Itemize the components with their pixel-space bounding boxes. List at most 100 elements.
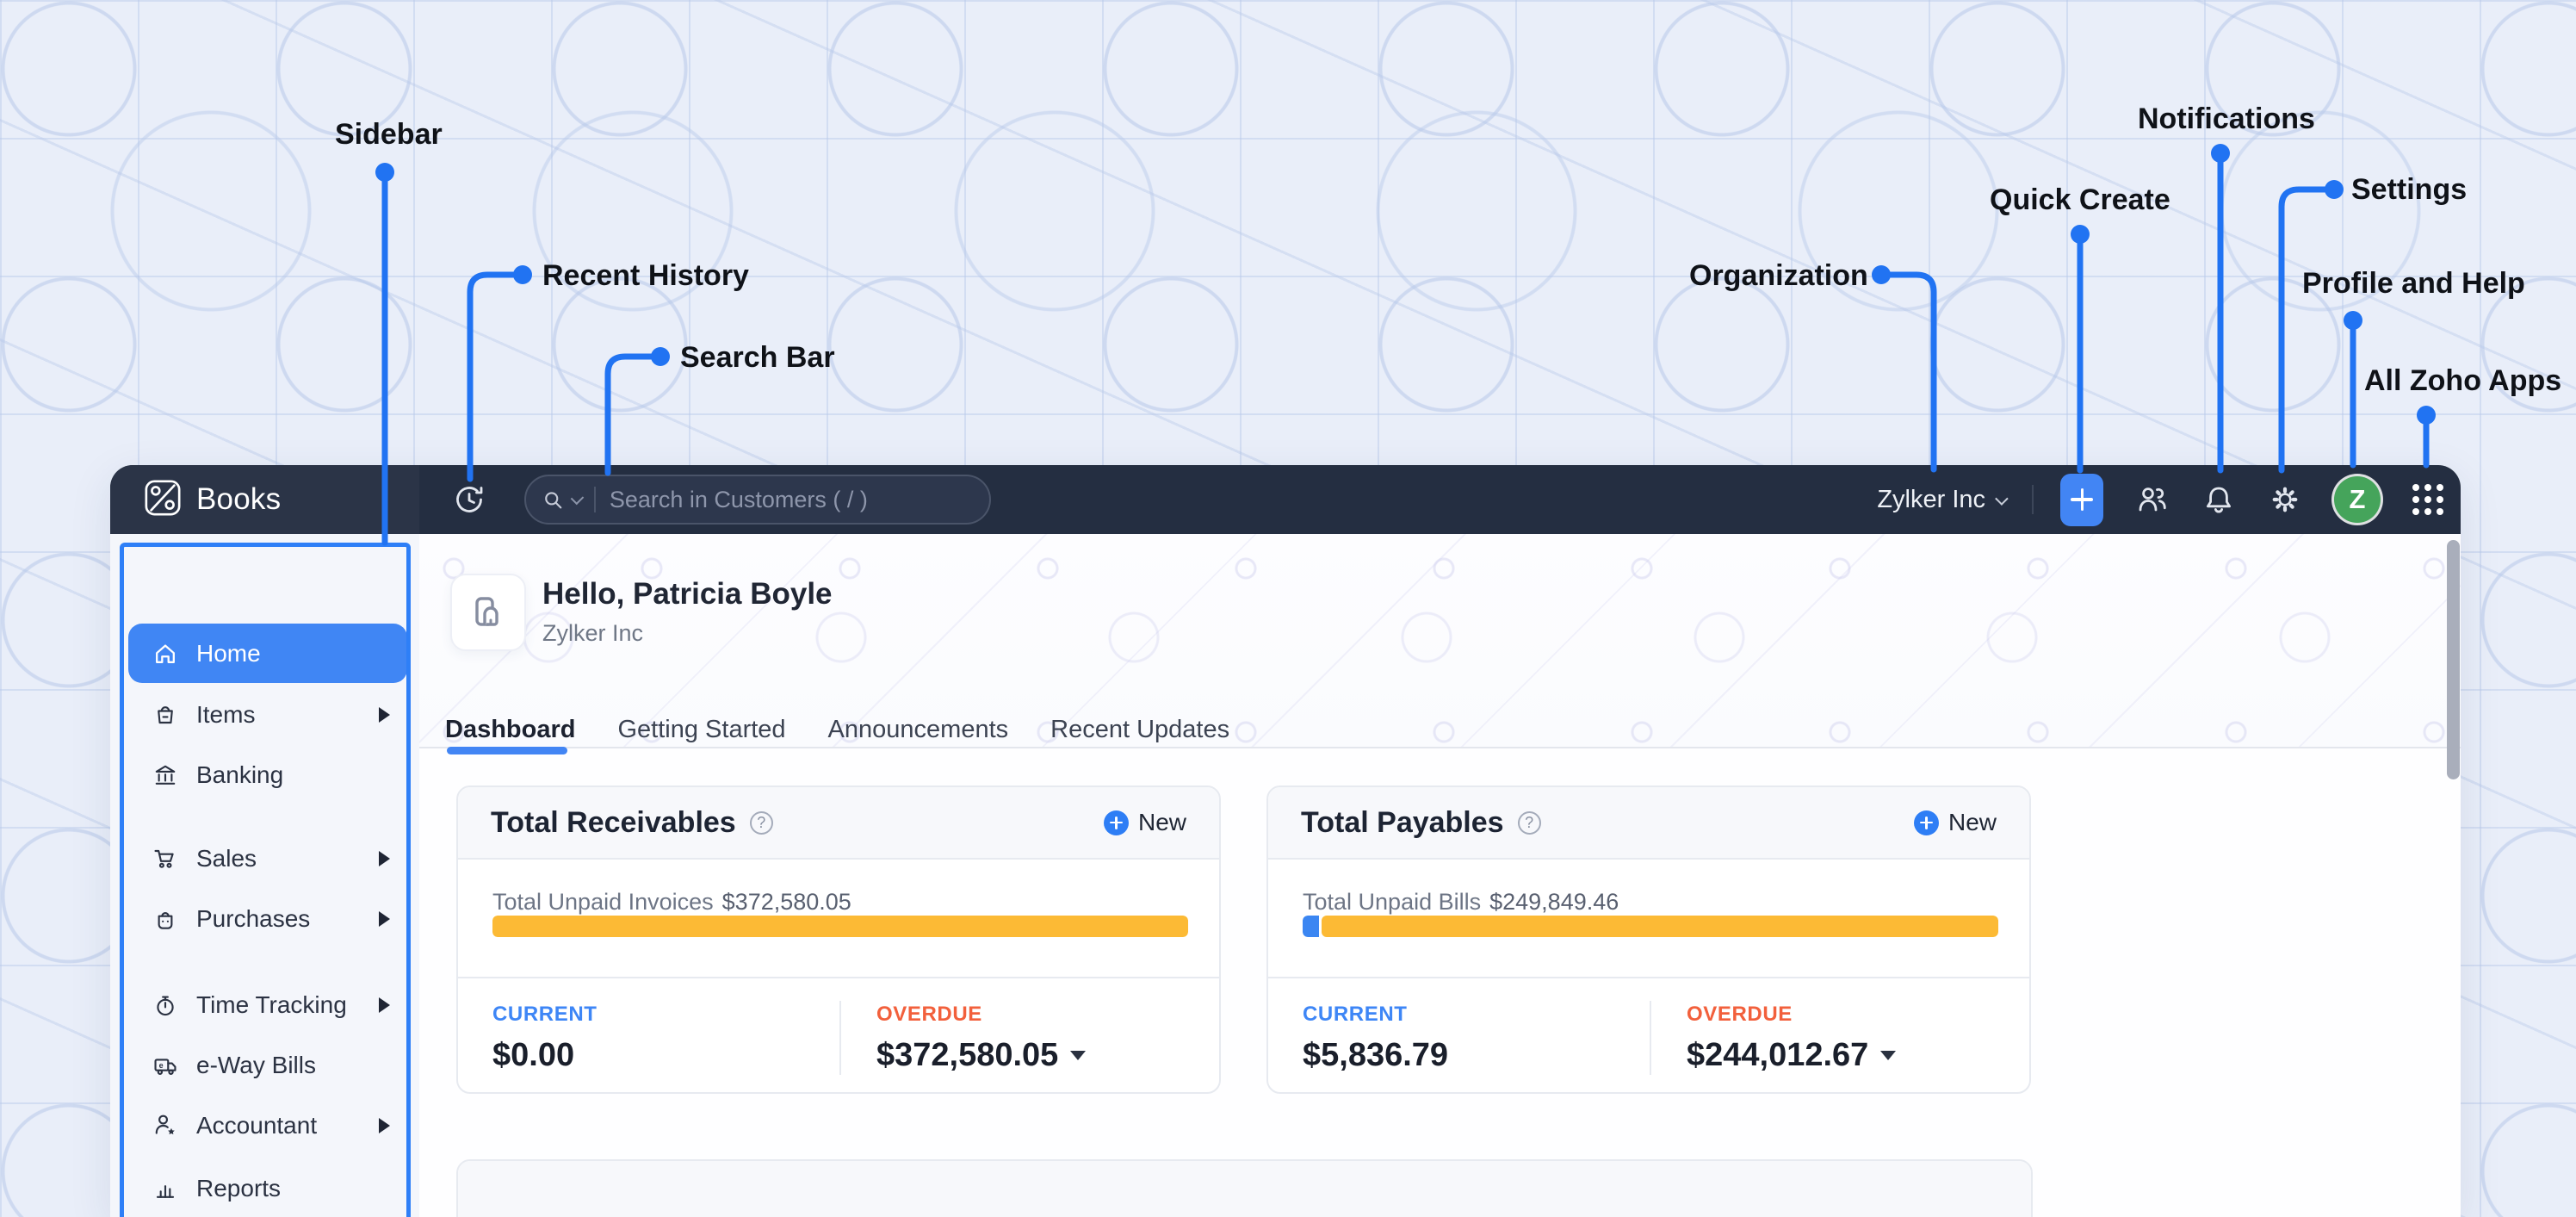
organization-logo-card [450,574,526,651]
sidebar-item-eway-bills[interactable]: e e-Way Bills [128,1041,402,1090]
sidebar-item-purchases[interactable]: Purchases [128,895,402,943]
payables-progress-bar [1303,916,1998,937]
history-icon [456,487,483,512]
overdue-bar-segment [1321,916,1998,937]
submenu-caret-icon [379,1118,390,1133]
sidebar-item-items[interactable]: Items [128,691,402,739]
gear-icon [2272,487,2298,512]
users-icon [2139,487,2166,512]
svg-text:e: e [159,1061,164,1070]
zoho-books-logo-icon [143,478,183,522]
unpaid-invoices-row: Total Unpaid Invoices $372,580.05 [492,889,851,916]
new-invoice-button[interactable]: New [1103,809,1186,836]
notifications-button[interactable] [2201,482,2236,517]
overdue-amount: $244,012.67 [1687,1037,1869,1073]
avatar-initial: Z [2349,484,2366,514]
sidebar-item-label: e-Way Bills [196,1052,316,1078]
bell-icon [2207,487,2231,513]
handbag-icon [158,912,173,929]
sidebar-item-label: Purchases [196,905,311,932]
overdue-amount-dropdown[interactable]: $244,012.67 [1687,1037,2029,1074]
tab-dashboard[interactable]: Dashboard [445,716,575,749]
profile-avatar[interactable]: Z [2334,476,2381,523]
recent-history-button[interactable] [450,481,488,518]
sidebar-item-label: Items [196,701,256,728]
card-title: Total Payables [1301,805,1504,839]
footer-divider [839,1001,841,1075]
brand-area: Books [110,465,419,534]
search-divider [594,487,596,512]
overdue-amount-dropdown[interactable]: $372,580.05 [876,1037,1219,1074]
navbar-divider [2032,485,2034,514]
organization-icon [475,597,498,626]
submenu-caret-icon [379,911,390,927]
new-bill-button[interactable]: New [1913,809,1997,836]
all-zoho-apps-button[interactable] [2412,484,2443,515]
sidebar-item-reports[interactable]: Reports [128,1164,402,1213]
help-icon[interactable]: ? [1517,810,1541,835]
accountant-icon [155,1115,175,1135]
organization-name: Zylker Inc [1877,485,1985,513]
current-label: CURRENT [1303,1003,1408,1026]
unpaid-amount: $249,849.46 [1489,889,1619,915]
main-scrollbar[interactable] [2447,540,2460,779]
footer-divider [1650,1001,1651,1075]
new-button-label: New [1947,809,1997,835]
settings-button[interactable] [2268,482,2302,517]
tab-announcements[interactable]: Announcements [828,716,1009,749]
sidebar-item-banking[interactable]: Banking [128,751,402,799]
sidebar-item-label: Time Tracking [196,991,347,1018]
sidebar-item-label: Reports [196,1175,282,1201]
unpaid-amount: $372,580.05 [721,889,851,915]
unpaid-bills-row: Total Unpaid Bills $249,849.46 [1303,889,1619,916]
payables-footer: CURRENT $5,836.79 OVERDUE $244,012.67 [1268,977,2029,1092]
overdue-bar-segment [492,916,1188,937]
overdue-amount: $372,580.05 [876,1037,1059,1073]
home-icon [156,643,175,663]
sidebar-item-home[interactable]: Home [128,624,407,683]
global-search[interactable] [524,475,991,525]
app-title: Books [196,482,282,516]
organization-switcher[interactable]: Zylker Inc [1877,485,2009,514]
stopwatch-icon [157,996,174,1016]
search-scope-chevron-icon[interactable] [570,491,585,506]
receivables-progress-bar [492,916,1188,937]
org-chevron-icon [1995,491,2009,506]
top-navbar: Books Zylker Inc [110,465,2461,534]
sidebar-item-sales[interactable]: Sales [128,835,402,883]
sidebar-item-label: Sales [196,845,257,872]
hero-section: Hello, Patricia Boyle Zylker Inc Dashboa… [419,534,2461,754]
quick-create-button[interactable] [2060,473,2103,526]
referral-button[interactable] [2135,482,2170,517]
shopping-bag-icon [158,706,173,724]
search-input[interactable] [607,485,972,514]
sidebar-item-accountant[interactable]: Accountant [128,1102,402,1150]
current-cell: CURRENT $0.00 [492,978,837,1074]
tab-getting-started[interactable]: Getting Started [617,716,785,749]
current-amount: $5,836.79 [1303,1037,1449,1073]
submenu-caret-icon [379,707,390,723]
plus-icon [1103,810,1129,835]
unpaid-label: Total Unpaid Bills [1303,889,1482,915]
tab-recent-updates[interactable]: Recent Updates [1050,716,1229,749]
overdue-cell: OVERDUE $244,012.67 [1687,978,2029,1074]
sidebar-item-label: Banking [196,761,284,788]
active-tab-underline [447,747,567,754]
navbar-right-cluster: Zylker Inc Z [1877,465,2443,534]
new-button-label: New [1137,809,1186,835]
cash-flow-card: Cash Flow ? This Fiscal Year [456,1159,2033,1217]
dashboard-tabs: Dashboard Getting Started Announcements … [445,716,1229,749]
overdue-label: OVERDUE [1687,1003,1793,1026]
current-cell: CURRENT $5,836.79 [1303,978,1647,1074]
payables-card-header: Total Payables ? New [1268,787,2029,860]
help-icon[interactable]: ? [749,810,773,835]
sidebar-item-time-tracking[interactable]: Time Tracking [128,981,402,1029]
bank-icon [155,765,176,785]
sidebar: Home Items Banking Sales Purchases Time … [110,534,420,1217]
app-window: Books Zylker Inc [110,465,2461,1217]
current-amount: $0.00 [492,1037,575,1073]
overdue-cell: OVERDUE $372,580.05 [876,978,1219,1074]
sidebar-item-label: Accountant [196,1112,318,1139]
total-receivables-card: Total Receivables ? New Total Unpaid Inv… [456,785,1221,1094]
plus-icon [1913,810,1939,835]
